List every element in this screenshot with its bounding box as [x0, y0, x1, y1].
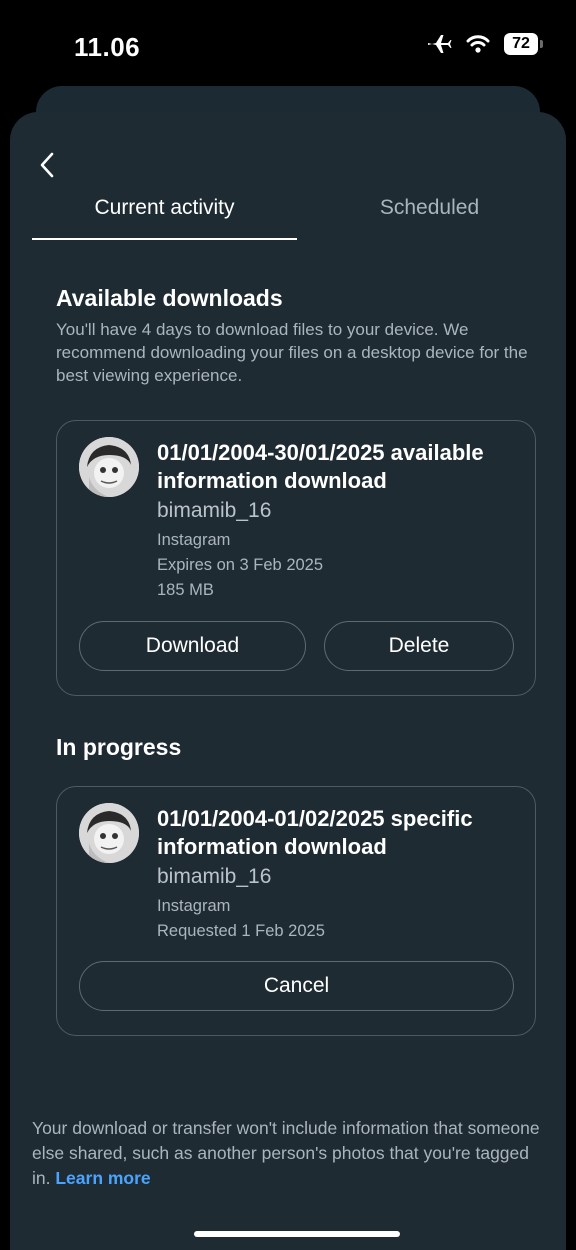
username: bimamib_16: [157, 865, 272, 888]
username: bimamib_16: [157, 499, 272, 522]
home-indicator[interactable]: [194, 1231, 400, 1237]
cancel-button[interactable]: Cancel: [79, 961, 514, 1011]
back-chevron-icon[interactable]: [36, 150, 58, 180]
expiry-label: Expires on 3 Feb 2025: [157, 556, 324, 574]
airplane-icon: [428, 35, 452, 53]
active-tab-indicator: [32, 238, 297, 240]
avatar: [79, 437, 139, 497]
file-size-label: 185 MB: [157, 581, 214, 599]
status-time: 11.06: [74, 32, 141, 62]
platform-label: Instagram: [157, 531, 231, 549]
in-progress-card: 01/01/2004-01/02/2025 specific informati…: [56, 786, 536, 1036]
footer-disclaimer: Your download or transfer won't include …: [32, 1116, 552, 1191]
download-title: 01/01/2004-01/02/2025 specific informati…: [157, 806, 473, 859]
wifi-icon: [466, 35, 490, 53]
download-title: 01/01/2004-30/01/2025 available informat…: [157, 440, 484, 493]
platform-label: Instagram: [157, 897, 231, 915]
available-downloads-heading: Available downloads: [56, 285, 283, 311]
delete-button[interactable]: Delete: [324, 621, 514, 671]
profile-picture: [79, 803, 139, 863]
available-download-card: 01/01/2004-30/01/2025 available informat…: [56, 420, 536, 696]
available-downloads-description: You'll have 4 days to download files to …: [56, 320, 528, 385]
download-button[interactable]: Download: [79, 621, 306, 671]
status-icons: 72: [426, 33, 543, 55]
learn-more-link[interactable]: Learn more: [55, 1168, 150, 1188]
battery-indicator: 72: [504, 33, 543, 55]
in-progress-heading: In progress: [56, 734, 182, 760]
tab-bar: Current activity Scheduled: [32, 196, 548, 242]
requested-label: Requested 1 Feb 2025: [157, 922, 325, 940]
profile-picture: [79, 437, 139, 497]
tab-scheduled[interactable]: Scheduled: [297, 196, 562, 220]
avatar: [79, 803, 139, 863]
tab-current-activity[interactable]: Current activity: [32, 196, 297, 220]
status-bar: 11.06 72: [0, 0, 576, 90]
